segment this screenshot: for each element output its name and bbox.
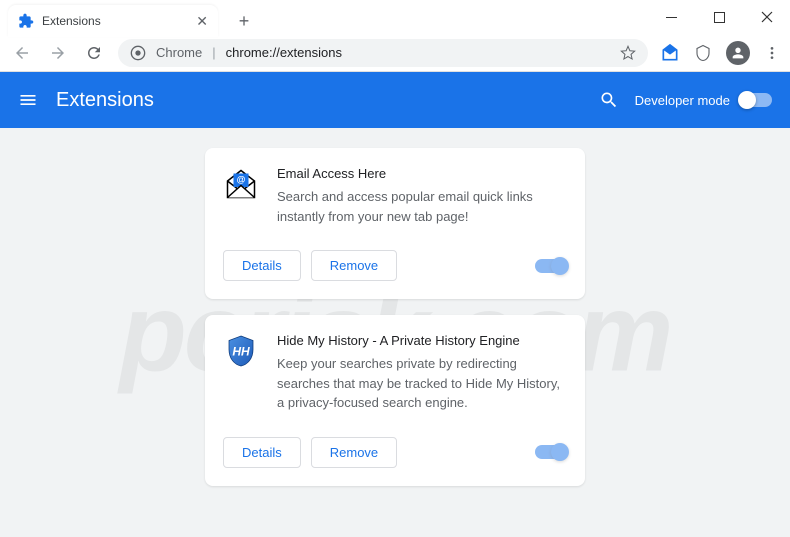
email-icon: @ xyxy=(223,166,259,202)
omnibox-url: chrome://extensions xyxy=(226,45,342,60)
details-button[interactable]: Details xyxy=(223,250,301,281)
address-bar: Chrome | chrome://extensions xyxy=(0,34,790,72)
shield-extension-icon[interactable] xyxy=(694,44,712,62)
extension-card: HH Hide My History - A Private History E… xyxy=(205,315,585,486)
profile-avatar[interactable] xyxy=(726,41,750,65)
bookmark-star-icon[interactable] xyxy=(620,45,636,61)
extension-name: Email Access Here xyxy=(277,166,567,181)
new-tab-button[interactable]: + xyxy=(230,7,258,35)
hamburger-menu-icon[interactable] xyxy=(18,90,38,110)
details-button[interactable]: Details xyxy=(223,437,301,468)
remove-button[interactable]: Remove xyxy=(311,437,397,468)
tab-close-icon[interactable]: ✕ xyxy=(196,13,208,30)
omnibox-separator: | xyxy=(212,45,215,60)
omnibox[interactable]: Chrome | chrome://extensions xyxy=(118,39,648,67)
svg-text:@: @ xyxy=(237,175,246,185)
toolbar-icons xyxy=(660,41,780,65)
browser-tab[interactable]: Extensions ✕ xyxy=(8,5,218,37)
extension-name: Hide My History - A Private History Engi… xyxy=(277,333,567,348)
shield-icon: HH xyxy=(223,333,259,369)
tab-title: Extensions xyxy=(42,14,196,28)
omnibox-label: Chrome xyxy=(156,45,202,60)
menu-dots-icon[interactable] xyxy=(764,45,780,61)
mail-extension-icon[interactable] xyxy=(660,43,680,63)
maximize-button[interactable] xyxy=(704,2,734,32)
extension-description: Search and access popular email quick li… xyxy=(277,187,567,226)
developer-mode-toggle[interactable] xyxy=(740,93,772,107)
reload-button[interactable] xyxy=(82,41,106,65)
puzzle-icon xyxy=(18,13,34,29)
extension-card: @ Email Access Here Search and access po… xyxy=(205,148,585,299)
tab-bar: Extensions ✕ + xyxy=(8,6,258,36)
page-title: Extensions xyxy=(56,89,599,112)
minimize-button[interactable] xyxy=(656,2,686,32)
forward-button[interactable] xyxy=(46,41,70,65)
close-button[interactable] xyxy=(752,2,782,32)
chrome-icon xyxy=(130,45,146,61)
extension-description: Keep your searches private by redirectin… xyxy=(277,354,567,413)
developer-mode-label: Developer mode xyxy=(635,93,730,108)
remove-button[interactable]: Remove xyxy=(311,250,397,281)
svg-text:HH: HH xyxy=(232,345,250,359)
search-icon[interactable] xyxy=(599,90,619,110)
extension-toggle[interactable] xyxy=(535,445,567,459)
extensions-content: pcrisk.com @ Email Access Here Search an… xyxy=(0,128,790,537)
extension-toggle[interactable] xyxy=(535,259,567,273)
extensions-header: Extensions Developer mode xyxy=(0,72,790,128)
back-button[interactable] xyxy=(10,41,34,65)
